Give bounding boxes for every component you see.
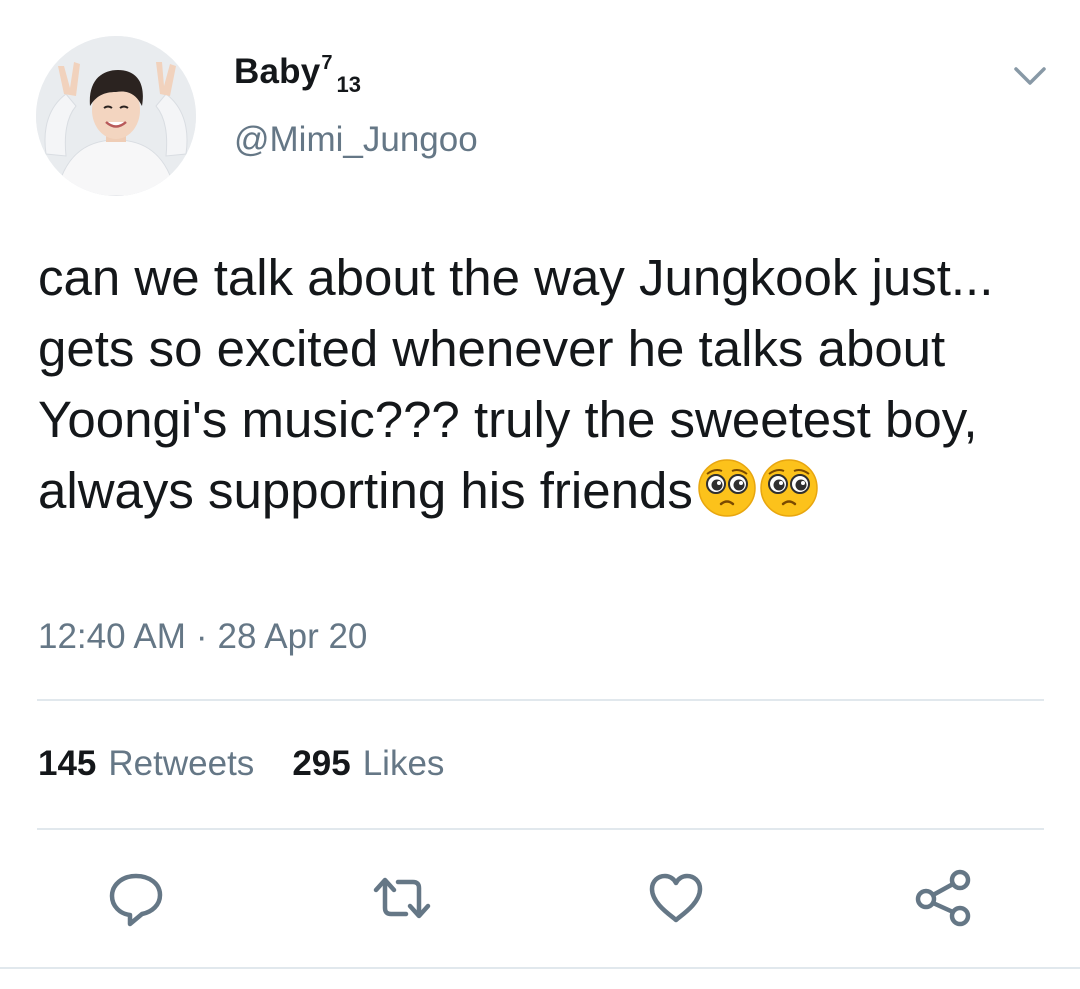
tweet-date: 28 Apr 20 xyxy=(217,617,368,656)
emoji-group xyxy=(697,458,821,536)
tweet-text: can we talk about the way Jungkook just.… xyxy=(38,242,1048,536)
avatar[interactable] xyxy=(36,36,196,196)
likes-label: Likes xyxy=(362,744,445,783)
tweet-card: Baby 7 13 @Mimi_Jungoo can we talk about… xyxy=(0,0,1080,989)
reply-icon xyxy=(109,873,163,927)
tweet-text-body: can we talk about the way Jungkook just.… xyxy=(38,249,994,519)
likes-stat[interactable]: 295 Likes xyxy=(292,744,444,784)
likes-count: 295 xyxy=(292,744,351,783)
display-name-subscript: 13 xyxy=(336,72,361,97)
divider xyxy=(37,699,1044,701)
tweet-time: 12:40 AM xyxy=(38,617,186,656)
author-name-row[interactable]: Baby 7 13 xyxy=(234,52,361,97)
divider xyxy=(37,828,1044,830)
share-button[interactable] xyxy=(912,866,976,930)
chevron-down-icon[interactable] xyxy=(1012,62,1048,90)
display-name-superscript: 7 xyxy=(321,52,333,74)
pleading-face-emoji-icon xyxy=(698,459,756,517)
retweets-label: Retweets xyxy=(108,744,255,783)
retweets-stat[interactable]: 145 Retweets xyxy=(38,744,254,784)
retweet-icon xyxy=(373,877,431,919)
like-icon xyxy=(649,873,703,923)
author-handle[interactable]: @Mimi_Jungoo xyxy=(234,120,478,160)
retweet-button[interactable] xyxy=(370,866,434,930)
like-button[interactable] xyxy=(644,866,708,930)
retweets-count: 145 xyxy=(38,744,97,783)
display-name[interactable]: Baby xyxy=(234,52,320,92)
pleading-face-emoji-icon xyxy=(760,459,818,517)
share-icon xyxy=(915,869,971,927)
divider xyxy=(0,967,1080,969)
timestamp-separator: · xyxy=(195,617,208,656)
tweet-stats: 145 Retweets 295 Likes xyxy=(38,744,482,784)
avatar-image xyxy=(36,36,196,196)
tweet-timestamp[interactable]: 12:40 AM · 28 Apr 20 xyxy=(38,617,367,657)
reply-button[interactable] xyxy=(104,866,168,930)
